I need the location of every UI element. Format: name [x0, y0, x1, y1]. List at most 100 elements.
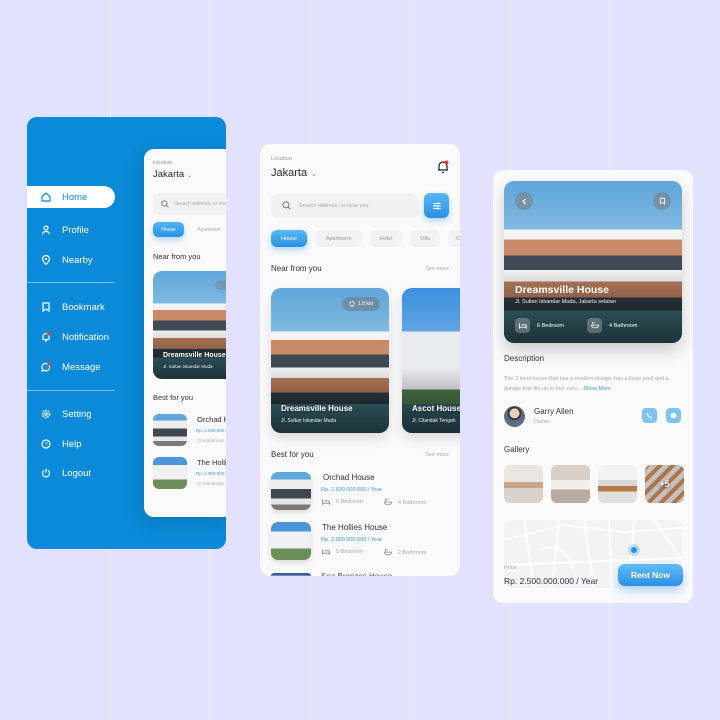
gallery: +5	[504, 465, 684, 503]
property-address: Jl. Cilandak Tengah	[412, 418, 456, 424]
see-more-link[interactable]: See more	[425, 452, 449, 458]
location-label: Location	[153, 160, 172, 166]
notification-button[interactable]	[437, 160, 449, 174]
map-pin	[631, 547, 637, 553]
search-input[interactable]: Search address, or near you	[271, 194, 419, 218]
sidebar-item-help[interactable]: ? Help	[27, 433, 115, 455]
bathroom-info: 4 Bathroom	[587, 318, 637, 333]
category-chip-apartment[interactable]: Apartment	[189, 222, 226, 237]
property-address: Jl. Sultan Iskandar Muda, Jakarta selata…	[515, 299, 616, 305]
property-address: Jl. Sultan Iskandar Muda	[163, 364, 213, 369]
category-chip-cottage[interactable]: Cottage	[448, 230, 460, 247]
property-thumbnail	[271, 472, 311, 510]
list-item[interactable]: Orchad House Rp. 2.500.000.000 / Year 6 …	[271, 472, 451, 512]
category-chip-house[interactable]: House	[271, 230, 307, 247]
chat-icon	[40, 361, 52, 373]
bedroom-info: 6 Bedroom	[322, 499, 363, 505]
search-input[interactable]: Search address, or near you	[153, 193, 226, 215]
bookmark-icon	[40, 301, 52, 313]
sidebar-item-label: Profile	[62, 224, 89, 236]
bed-icon	[322, 499, 330, 505]
bedroom-info: ◫ 5 Bedroom	[197, 481, 225, 486]
sidebar-item-home[interactable]: Home	[27, 186, 115, 208]
location-pin-icon	[40, 254, 52, 266]
sidebar-menu-screen: Home Profile Nearby Bookmark Notificatio…	[27, 117, 226, 549]
sidebar-item-profile[interactable]: Profile	[27, 219, 115, 241]
owner-avatar	[504, 406, 525, 427]
gallery-image[interactable]	[551, 465, 590, 503]
bathtub-icon	[587, 318, 602, 333]
chevron-down-icon: ⌄	[187, 173, 193, 179]
price-value: Rp. 2.500.000.000 / Year	[504, 576, 599, 586]
property-thumbnail	[153, 414, 187, 446]
home-preview: Location Jakarta⌄ Search address, or nea…	[144, 149, 226, 517]
sidebar-item-label: Nearby	[62, 254, 93, 266]
call-button[interactable]	[642, 408, 657, 423]
property-name: Ascot House	[412, 404, 460, 413]
property-name: Sea Breezes House	[321, 572, 392, 576]
property-card[interactable]: 1.8 km Dreamsville House Jl. Sultan Iska…	[271, 288, 389, 433]
property-thumbnail	[271, 573, 311, 576]
gallery-more-button[interactable]: +5	[645, 465, 684, 503]
bookmark-icon	[659, 197, 665, 205]
sidebar-item-label: Home	[62, 191, 88, 203]
gallery-image[interactable]	[598, 465, 637, 503]
filter-button[interactable]	[424, 193, 449, 218]
bed-icon	[515, 318, 530, 333]
category-chip-hotel[interactable]: Hotel	[370, 230, 402, 247]
see-more-link[interactable]: See more	[425, 266, 449, 272]
sidebar-item-label: Message	[62, 361, 101, 373]
property-card[interactable]: Ascot House Jl. Cilandak Tengah	[402, 288, 460, 433]
list-item[interactable]: The Hollies House Rp. 2.000.000.000 / Ye…	[271, 522, 451, 562]
location-selector[interactable]: Jakarta ⌄	[271, 167, 317, 179]
message-button[interactable]	[666, 408, 681, 423]
bell-icon	[438, 160, 449, 174]
list-item[interactable]: Sea Breezes House	[271, 572, 451, 576]
back-button[interactable]	[515, 192, 533, 210]
sidebar-item-notification[interactable]: Notification	[27, 326, 115, 348]
sidebar-item-nearby[interactable]: Nearby	[27, 249, 115, 271]
property-price: Rp. 2.500.000.000 / Year	[196, 428, 226, 433]
gallery-image[interactable]	[504, 465, 543, 503]
search-placeholder: Search address, or near you	[299, 203, 369, 209]
sidebar-item-bookmark[interactable]: Bookmark	[27, 296, 115, 318]
property-detail-screen: Dreamsville House Jl. Sultan Iskandar Mu…	[493, 170, 693, 603]
property-price: Rp. 2.000.000.000 / Year	[196, 471, 226, 476]
location-label: Location	[271, 156, 292, 162]
section-title-near: Near from you	[271, 264, 322, 273]
sidebar-item-label: Notification	[62, 331, 109, 343]
sidebar-item-logout[interactable]: Logout	[27, 462, 115, 484]
category-chip-house[interactable]: House	[153, 222, 184, 237]
bookmark-button[interactable]	[653, 192, 671, 210]
category-chip-apartment[interactable]: Apartment	[315, 230, 362, 247]
owner-role: Owner	[534, 419, 551, 425]
location-selector[interactable]: Jakarta ⌄	[153, 169, 192, 180]
sidebar-item-message[interactable]: Message	[27, 356, 115, 378]
rent-now-button[interactable]: Rent Now	[618, 564, 683, 586]
property-price: Rp. 2.500.000.000 / Year	[321, 487, 382, 493]
show-more-link[interactable]: Show More	[583, 386, 611, 392]
menu-divider	[27, 390, 115, 391]
sidebar-item-label: Setting	[62, 408, 92, 420]
property-name: Dreamsville House	[281, 404, 353, 413]
property-card[interactable]: Dreamsville House Jl. Sultan Iskandar Mu…	[153, 271, 226, 379]
bathroom-info: 2 Bathroom	[384, 549, 426, 556]
chat-icon	[670, 412, 677, 419]
category-chip-villa[interactable]: Villa	[410, 230, 440, 247]
home-screen: Location Jakarta ⌄ Search address, or nea…	[260, 144, 460, 576]
bedroom-info: 5 Bedroom	[322, 549, 363, 555]
svg-text:?: ?	[44, 442, 47, 448]
property-name: Dreamsville House	[163, 352, 226, 359]
city-name: Jakarta	[153, 169, 185, 180]
power-icon	[40, 467, 52, 479]
distance-badge: 1.8 km	[341, 297, 380, 311]
user-icon	[40, 224, 52, 236]
gear-icon	[40, 408, 52, 420]
list-item[interactable]: The Hollies House Rp. 2.000.000.000 / Ye…	[153, 457, 226, 491]
bathroom-info: 4 Bathroom	[384, 499, 426, 506]
property-name: The Hollies House	[197, 458, 226, 467]
sidebar-item-setting[interactable]: Setting	[27, 403, 115, 425]
owner-name: Garry Allen	[534, 407, 574, 416]
list-item[interactable]: Orchad House Rp. 2.500.000.000 / Year ◫ …	[153, 414, 226, 448]
location-pin-icon	[349, 301, 355, 307]
